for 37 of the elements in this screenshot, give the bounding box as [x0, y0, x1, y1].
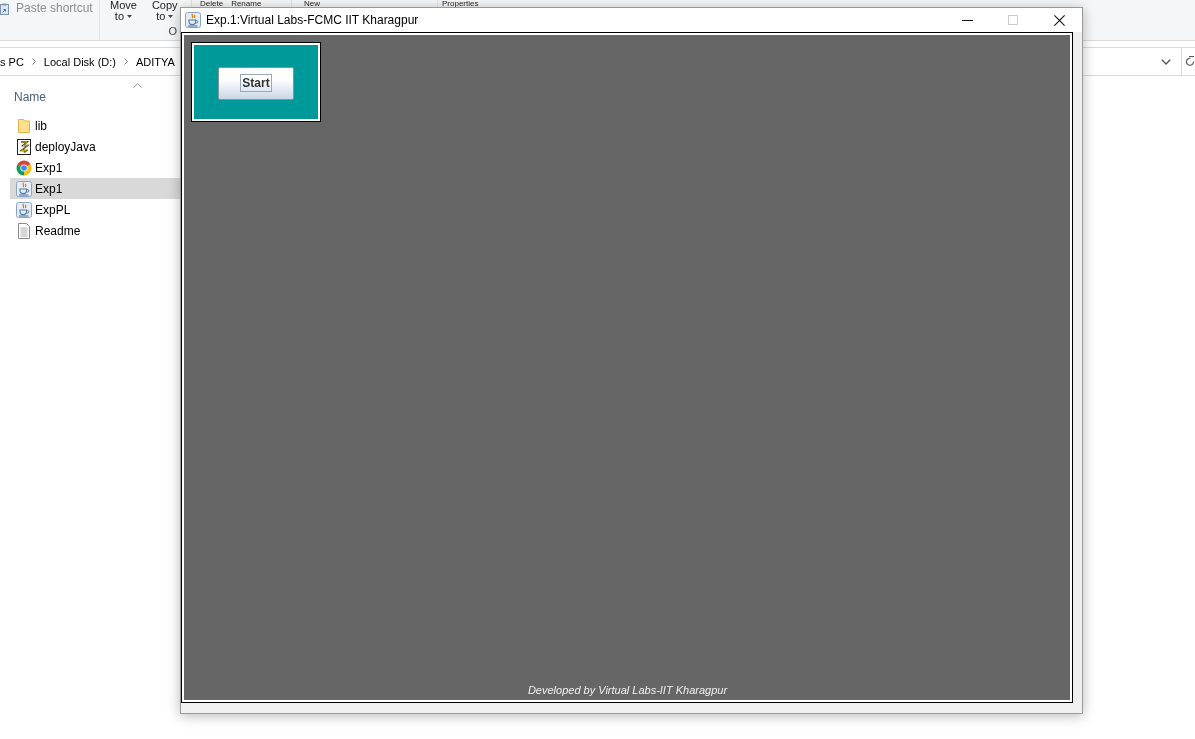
window-title: Exp.1:Virtual Labs-FCMC IIT Kharagpur	[206, 13, 419, 27]
coffee-cup-icon	[16, 180, 32, 197]
coffee-cup-icon	[185, 12, 201, 28]
file-row[interactable]: Exp1	[10, 178, 180, 199]
refresh-icon	[1186, 55, 1195, 68]
chevron-right-icon	[31, 58, 36, 65]
folder-icon	[16, 117, 32, 134]
breadcrumb-item[interactable]: s PC	[0, 55, 24, 68]
ribbon-command[interactable]: Move to	[110, 0, 137, 22]
chevron-down-icon	[1161, 58, 1171, 65]
text-document-icon	[16, 222, 32, 239]
file-row[interactable]: lib	[10, 115, 180, 136]
start-button[interactable]: Start	[218, 66, 294, 100]
file-row[interactable]: ExpPL	[10, 199, 180, 220]
coffee-cup-icon	[16, 201, 32, 218]
ribbon-command[interactable]: Copy to	[151, 0, 178, 22]
ribbon-command[interactable]: Rename	[231, 0, 262, 7]
script-file-icon	[16, 138, 32, 155]
tricolor-circle-icon	[16, 159, 32, 176]
chevron-right-icon	[123, 58, 128, 65]
close-icon	[1053, 14, 1065, 26]
column-header[interactable]: Name	[10, 80, 180, 110]
ribbon-command[interactable]: New	[304, 0, 320, 7]
file-row[interactable]: Exp1	[10, 157, 180, 178]
ribbon-command[interactable]: Delete	[200, 0, 224, 7]
chevron-up-icon	[133, 83, 142, 88]
minimize-icon	[961, 19, 973, 21]
clipboard-icon	[0, 2, 9, 15]
file-row[interactable]: Readme	[10, 220, 180, 241]
ribbon-command[interactable]: Properties	[442, 0, 479, 7]
address-bar[interactable]: s PC Local Disk (D:) ADITYA	[0, 47, 180, 76]
breadcrumb-item[interactable]: ADITYA	[135, 55, 175, 68]
maximize-icon	[1008, 15, 1018, 25]
footer-credit: Developed by Virtual Labs-IIT Kharagpur	[527, 684, 728, 697]
breadcrumb-item[interactable]: Local Disk (D:)	[43, 55, 116, 68]
group-label: O	[168, 26, 177, 37]
file-row[interactable]: deployJava	[10, 136, 180, 157]
